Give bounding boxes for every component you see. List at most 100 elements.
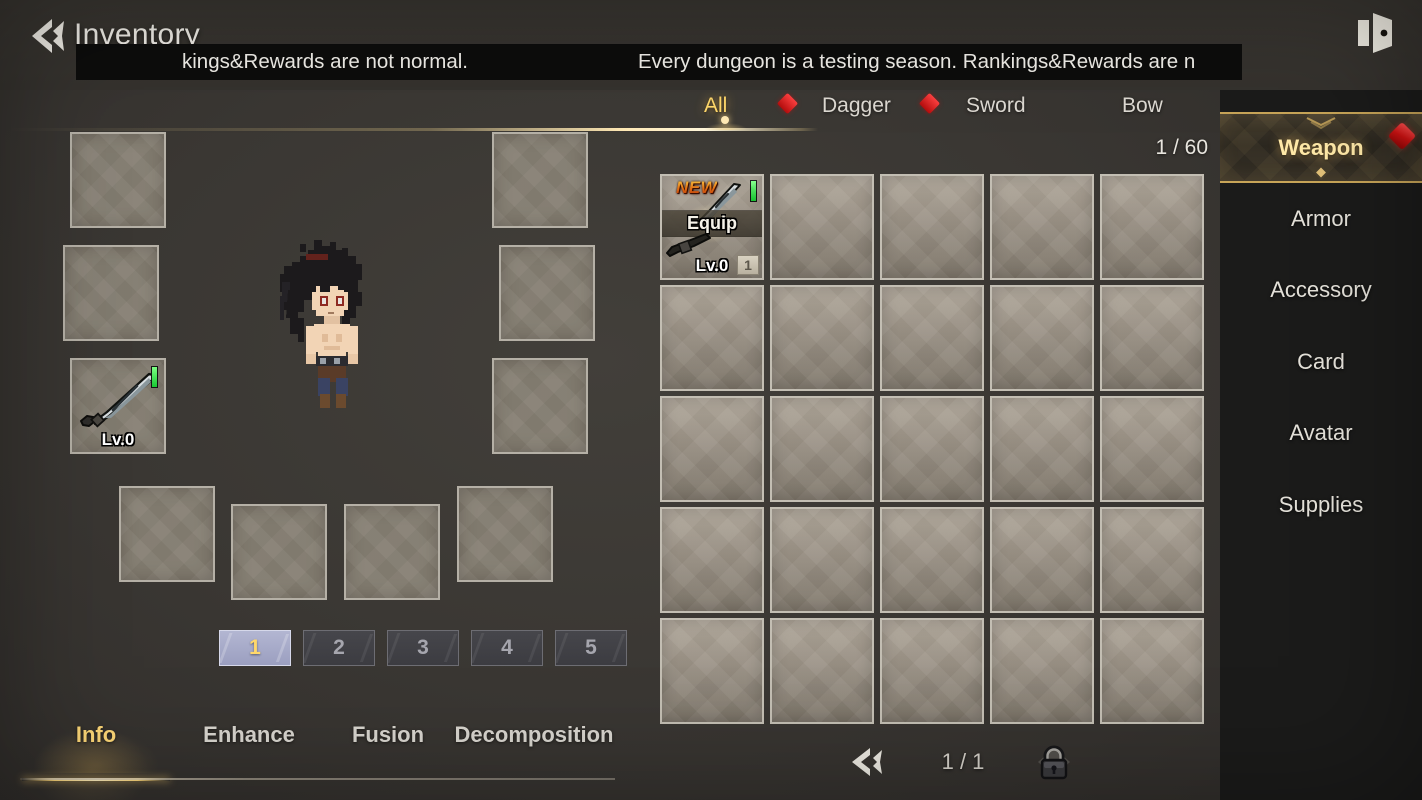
door-panel-button[interactable]	[1352, 6, 1402, 58]
item-slot-empty[interactable]	[1100, 174, 1204, 280]
tab-fusion[interactable]: Fusion	[322, 697, 454, 773]
durability-bar	[151, 366, 158, 388]
lock-button[interactable]	[1030, 738, 1078, 786]
item-durability-bar	[750, 180, 757, 202]
page-button-3[interactable]: 3	[387, 630, 459, 666]
equipment-slot-accessory-4[interactable]	[457, 486, 553, 582]
item-slot-empty[interactable]	[990, 396, 1094, 502]
item-slot-empty[interactable]	[990, 618, 1094, 724]
equipment-slot-armor[interactable]	[63, 245, 159, 341]
tab-enhance-label: Enhance	[203, 722, 295, 747]
tab-info[interactable]: Info	[16, 697, 176, 781]
item-slot-empty[interactable]	[880, 396, 984, 502]
item-slot-empty[interactable]	[770, 285, 874, 391]
sidebar-item-weapon[interactable]: Weapon	[1220, 112, 1422, 184]
item-slot-empty[interactable]	[770, 507, 874, 613]
item-cell[interactable]	[1098, 505, 1208, 616]
item-cell[interactable]	[988, 616, 1098, 727]
item-grid: NEW Equip Lv.0 1	[658, 172, 1208, 727]
item-slot-empty[interactable]	[880, 618, 984, 724]
item-slot-empty[interactable]	[990, 285, 1094, 391]
item-slot-empty[interactable]	[770, 174, 874, 280]
item-cell[interactable]	[658, 505, 768, 616]
item-slot-empty[interactable]	[660, 285, 764, 391]
item-cell[interactable]: NEW Equip Lv.0 1	[658, 172, 768, 283]
item-cell[interactable]	[658, 283, 768, 394]
previous-page-button[interactable]	[842, 744, 888, 780]
page-button-1[interactable]: 1	[219, 630, 291, 666]
sidebar-item-armor[interactable]: Armor	[1220, 183, 1422, 254]
item-cell[interactable]	[658, 394, 768, 505]
item-cell[interactable]	[988, 172, 1098, 283]
door-panel-icon	[1358, 13, 1392, 53]
page-button-4[interactable]: 4	[471, 630, 543, 666]
item-slot-empty[interactable]	[1100, 396, 1204, 502]
sidebar-item-card-label: Card	[1297, 348, 1345, 374]
item-cell[interactable]	[878, 172, 988, 283]
item-cell[interactable]	[1098, 616, 1208, 727]
equipment-slot-boots[interactable]	[492, 358, 588, 454]
equip-status-label: Equip	[687, 212, 737, 233]
sidebar-item-card[interactable]: Card	[1220, 326, 1422, 397]
item-slot-empty[interactable]	[660, 396, 764, 502]
sidebar-item-accessory[interactable]: Accessory	[1220, 255, 1422, 326]
item-cell[interactable]	[988, 283, 1098, 394]
page-button-5[interactable]: 5	[555, 630, 627, 666]
sidebar-item-supplies[interactable]: Supplies	[1220, 469, 1422, 540]
item-cell[interactable]	[768, 394, 878, 505]
tab-bow[interactable]: Bow	[1122, 94, 1163, 118]
item-cell[interactable]	[988, 394, 1098, 505]
item-slot-empty[interactable]	[990, 507, 1094, 613]
item-cell[interactable]	[878, 616, 988, 727]
item-cell[interactable]	[1098, 172, 1208, 283]
equipment-slot-gloves[interactable]	[499, 245, 595, 341]
item-cell[interactable]	[658, 616, 768, 727]
item-slot-empty[interactable]	[770, 396, 874, 502]
item-cell[interactable]	[878, 505, 988, 616]
tab-decomposition[interactable]: Decomposition	[454, 697, 614, 773]
item-cell[interactable]	[878, 283, 988, 394]
sidebar-item-avatar-label: Avatar	[1289, 420, 1353, 446]
item-slot-empty[interactable]	[660, 507, 764, 613]
item-cell[interactable]	[988, 505, 1098, 616]
category-sidebar-list: Weapon Armor Accessory Card Avatar Suppl…	[1220, 112, 1422, 540]
equipment-slot-cloak[interactable]	[492, 132, 588, 228]
item-cell[interactable]	[878, 394, 988, 505]
sidebar-item-armor-label: Armor	[1291, 206, 1351, 232]
item-cell[interactable]	[768, 172, 878, 283]
tab-dagger[interactable]: Dagger	[822, 94, 891, 118]
equipment-slot-helmet[interactable]	[70, 132, 166, 228]
item-slot-empty[interactable]	[880, 507, 984, 613]
inventory-grid-panel: All Dagger Sword Bow 1 / 60 NEW Equip Lv…	[8, 90, 1220, 800]
item-slot-empty[interactable]	[660, 618, 764, 724]
equipment-slot-accessory-2[interactable]	[231, 504, 327, 600]
tab-all-badge	[776, 92, 799, 115]
item-slot-empty[interactable]	[880, 174, 984, 280]
character-sprite	[280, 240, 362, 408]
item-slot-empty[interactable]	[1100, 285, 1204, 391]
detail-tab-bar: Info Enhance Fusion Decomposition	[16, 697, 614, 781]
item-cell[interactable]	[768, 283, 878, 394]
grid-footer: 1 / 1	[630, 732, 1220, 792]
item-cell[interactable]	[1098, 283, 1208, 394]
item-slot-empty[interactable]	[1100, 507, 1204, 613]
item-cell[interactable]	[768, 616, 878, 727]
item-slot-empty[interactable]	[880, 285, 984, 391]
tab-enhance[interactable]: Enhance	[176, 697, 322, 773]
sidebar-item-avatar[interactable]: Avatar	[1220, 398, 1422, 469]
item-slot-empty[interactable]	[1100, 618, 1204, 724]
equipment-slot-accessory-3[interactable]	[344, 504, 440, 600]
item-slot-empty[interactable]	[770, 618, 874, 724]
item-cell[interactable]	[1098, 394, 1208, 505]
ticker-message-left: kings&Rewards are not normal.	[182, 50, 468, 73]
item-slot-empty[interactable]	[990, 174, 1094, 280]
tab-sword[interactable]: Sword	[966, 94, 1026, 118]
inventory-count: 1 / 60	[1155, 136, 1208, 159]
item-cell[interactable]	[768, 505, 878, 616]
equipment-slot-weapon[interactable]: Lv.0	[70, 358, 166, 454]
equipment-slot-accessory-1[interactable]	[119, 486, 215, 582]
item-slot-filled[interactable]: NEW Equip Lv.0 1	[660, 174, 764, 280]
back-button[interactable]	[22, 14, 70, 58]
sidebar-item-accessory-label: Accessory	[1270, 277, 1372, 303]
page-button-2[interactable]: 2	[303, 630, 375, 666]
